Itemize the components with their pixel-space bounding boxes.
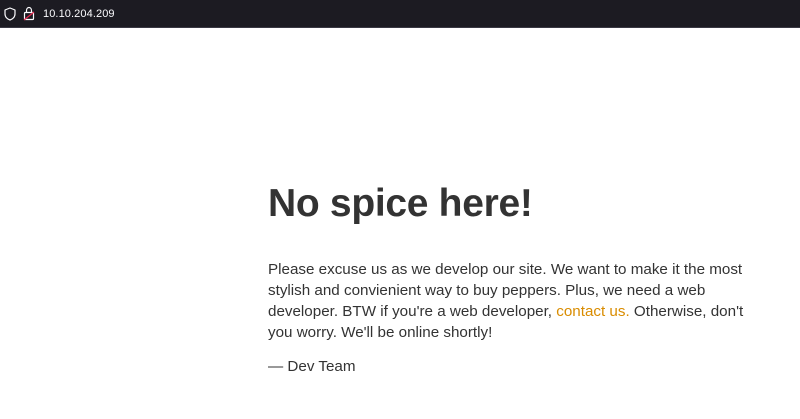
main-content: No spice here! Please excuse us as we de… — [268, 180, 748, 377]
lock-icon[interactable] — [23, 6, 35, 21]
contact-us-link[interactable]: contact us. — [556, 303, 629, 320]
intro-paragraph: Please excuse us as we develop our site.… — [268, 259, 748, 343]
page-title: No spice here! — [268, 182, 533, 225]
shield-icon[interactable] — [4, 7, 16, 21]
signature: — Dev Team — [268, 358, 356, 375]
browser-toolbar: 10.10.204.209 — [0, 0, 800, 28]
page-body: No spice here! Please excuse us as we de… — [0, 28, 800, 419]
url-bar[interactable]: 10.10.204.209 — [43, 7, 115, 21]
